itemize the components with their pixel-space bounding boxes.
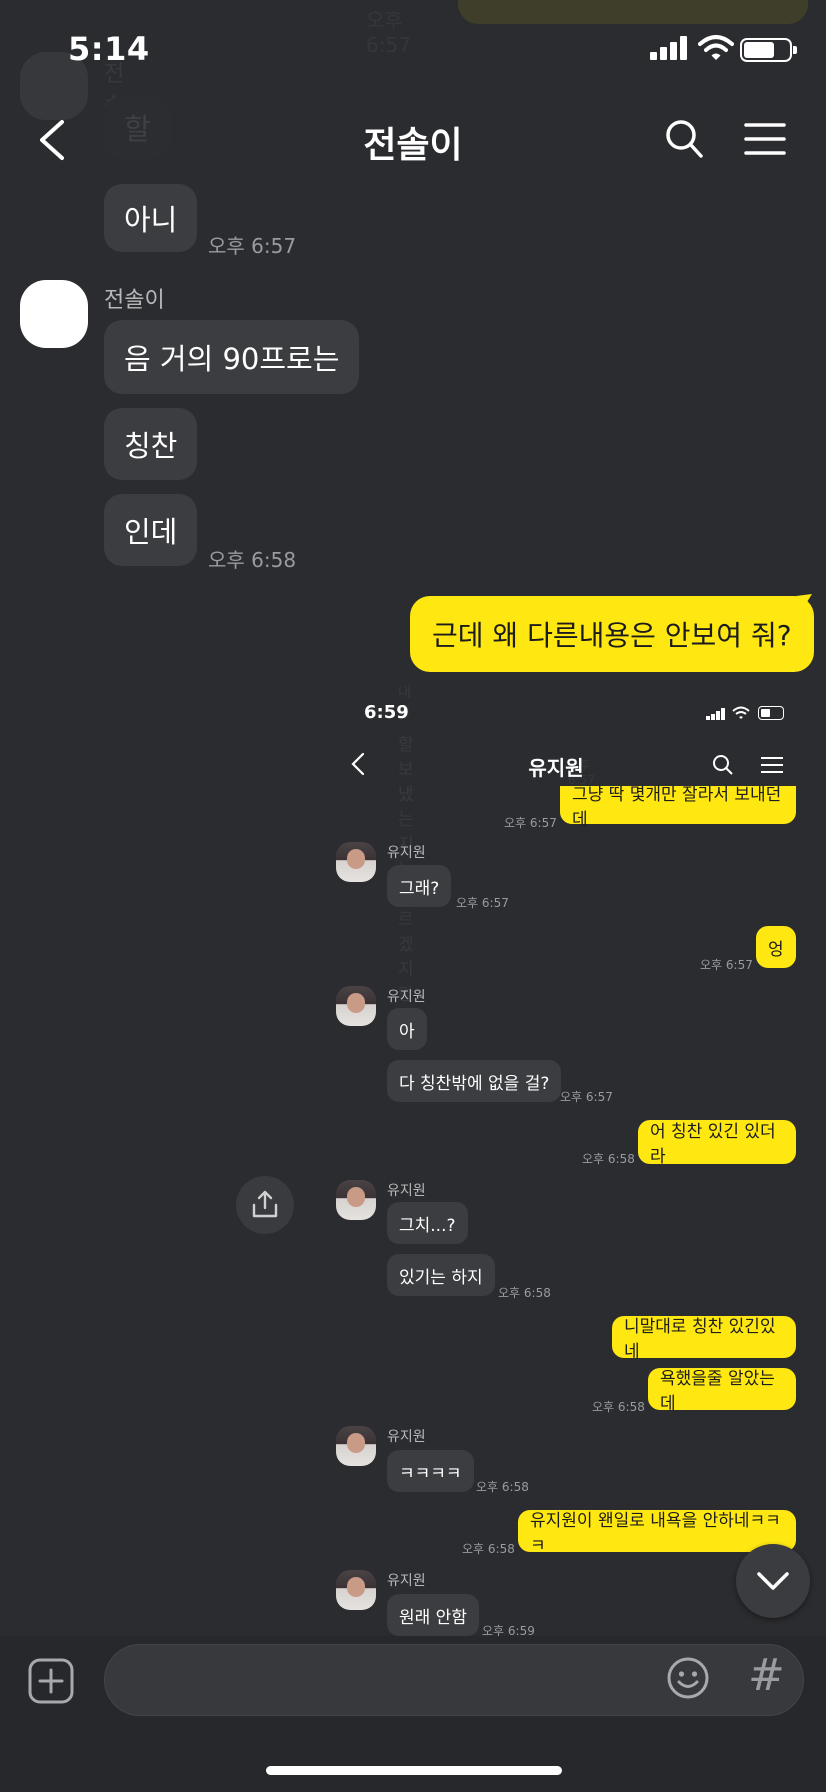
emb-outgoing-message: 유지원이 왠일로 내욕을 안하네ㅋㅋㅋ [518, 1510, 796, 1556]
scroll-to-bottom-button[interactable] [736, 1544, 810, 1618]
emb-avatar [336, 842, 376, 882]
emb-sender-name: 유지원 [387, 1573, 426, 1589]
emb-incoming-message: 그래? [387, 865, 452, 907]
incoming-message[interactable]: 인데 [104, 494, 198, 566]
plus-icon[interactable] [28, 1658, 74, 1704]
emb-avatar [336, 986, 376, 1026]
shared-screenshot-image[interactable]: 내용 할 보냈는지는 모르겠지만 오후 6:57 6:59 유지원 그냥 딱 몇… [336, 670, 796, 1640]
share-button[interactable] [236, 1176, 294, 1234]
emb-outgoing-message: 그냥 딱 몇개만 잘라서 보내던데 [560, 785, 796, 830]
emb-avatar [336, 1570, 376, 1610]
emb-sender-name: 유지원 [387, 845, 426, 861]
wifi-icon [698, 35, 734, 60]
back-icon[interactable] [34, 118, 70, 162]
menu-icon[interactable] [744, 122, 786, 156]
emb-outgoing-message: 어 칭찬 있긴 있더라 [638, 1120, 796, 1167]
chat-title: 전솔이 [363, 125, 463, 166]
emb-outgoing-message: 욕했을줄 알았는데 [648, 1368, 796, 1414]
emb-status-time: 6:59 [364, 702, 409, 723]
emb-wifi-icon [732, 706, 750, 719]
emb-message-time: 오후 6:57 [456, 896, 509, 910]
emb-message-time: 오후 6:57 [504, 816, 557, 830]
emb-incoming-message: ㅋㅋㅋㅋ [387, 1450, 474, 1492]
battery-icon [740, 38, 797, 62]
emb-avatar [336, 1180, 376, 1220]
emb-outgoing-message: 엉 [756, 926, 796, 968]
home-indicator [266, 1766, 562, 1775]
emb-sender-name: 유지원 [387, 1183, 426, 1199]
emoji-icon[interactable] [666, 1656, 710, 1700]
faded-bubble: 할 [104, 96, 171, 158]
cellular-signal-icon [650, 36, 692, 60]
emb-menu-icon [761, 757, 783, 773]
emb-signal-icon [706, 708, 726, 720]
emb-search-icon [713, 755, 733, 775]
emb-message-time: 오후 6:58 [462, 1542, 515, 1556]
bubble-tail [796, 594, 812, 610]
emb-incoming-message: 있기는 하지 [387, 1254, 495, 1296]
emb-message-time: 오후 6:58 [476, 1480, 529, 1494]
emb-incoming-message: 다 칭찬밖에 없을 걸? [387, 1060, 562, 1102]
emb-incoming-message: 원래 안함 [387, 1594, 479, 1636]
message-time: 오후 6:57 [208, 234, 297, 258]
search-icon[interactable] [664, 118, 704, 160]
emb-message-time: 오후 6:58 [592, 1400, 645, 1414]
incoming-message[interactable]: 음 거의 90프로는 [104, 320, 360, 394]
emb-incoming-message: 그치...? [387, 1202, 468, 1244]
outgoing-message[interactable]: 근데 왜 다른내용은 안보여 줘? [410, 596, 814, 672]
emb-message-time: 오후 6:57 [560, 1090, 613, 1104]
status-time: 5:14 [68, 30, 150, 68]
sender-name: 전솔이 [104, 288, 165, 313]
message-time: 오후 6:58 [208, 548, 297, 572]
faded-out-bubble [458, 0, 808, 24]
chevron-down-icon [757, 1572, 789, 1590]
emb-back-icon [351, 752, 365, 776]
emb-message-time: 오후 6:58 [498, 1286, 551, 1300]
faded-time: 오후 6:57 [366, 8, 411, 57]
emb-chat-title: 유지원 [528, 756, 584, 780]
emb-sender-name: 유지원 [387, 989, 426, 1005]
emb-battery-icon [758, 706, 784, 720]
incoming-message[interactable]: 아니 [104, 184, 198, 252]
hash-icon[interactable]: # [748, 1652, 785, 1700]
avatar[interactable] [20, 280, 88, 348]
incoming-message[interactable]: 칭찬 [104, 408, 198, 480]
share-icon [252, 1190, 278, 1218]
emb-outgoing-message: 니말대로 칭찬 있긴있네 [612, 1316, 796, 1362]
emb-sender-name: 유지원 [387, 1429, 426, 1445]
emb-message-time: 오후 6:57 [700, 958, 753, 972]
emb-incoming-message: 아 [387, 1008, 427, 1050]
emb-avatar [336, 1426, 376, 1466]
emb-message-time: 오후 6:58 [582, 1152, 635, 1166]
